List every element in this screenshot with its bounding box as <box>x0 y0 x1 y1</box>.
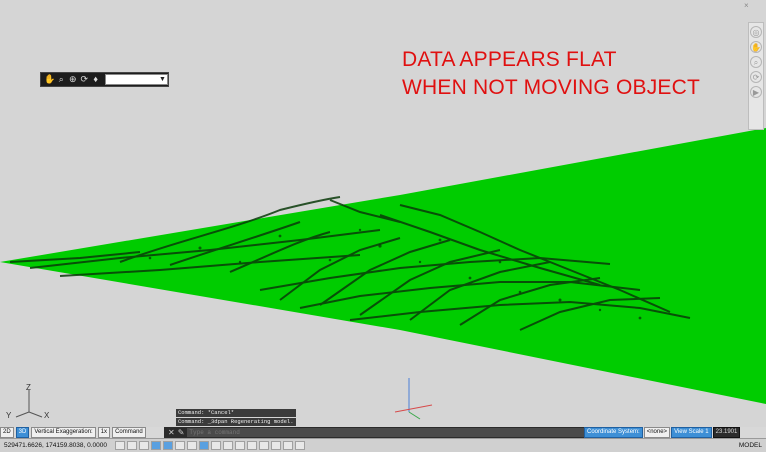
status-toggles <box>115 441 306 450</box>
dyn-icon[interactable] <box>199 441 210 450</box>
lwt-icon[interactable] <box>211 441 222 450</box>
chevron-down-icon: ▼ <box>159 76 166 83</box>
ortho-icon[interactable] <box>139 441 150 450</box>
walk-icon[interactable]: ♦ <box>90 74 100 85</box>
model-space-label[interactable]: MODEL <box>739 442 766 449</box>
zoom-icon[interactable]: ⌕ <box>750 56 762 68</box>
am-icon[interactable] <box>259 441 270 450</box>
right-status-strip: Coordinate System: <none> View Scale 1 2… <box>584 427 766 438</box>
command-history-line: Command: _3dpan Regenerating model. <box>176 418 296 426</box>
ribbon-strip: 2D 3D Vertical Exaggeration: 1x Command <box>0 427 164 438</box>
navigation-bar: ◎ ✋ ⌕ ⟳ ▶ <box>748 22 764 130</box>
ucs-z-label: Z <box>26 384 31 392</box>
qp-icon[interactable] <box>235 441 246 450</box>
zoom-icon[interactable]: ⌕ <box>56 74 66 85</box>
command-history-line: Command: *Cancel* <box>176 409 296 417</box>
orbit-icon[interactable]: ⟳ <box>750 71 762 83</box>
steering-wheel-icon[interactable]: ◎ <box>750 26 762 38</box>
coordinate-system-label: Coordinate System: <box>584 427 643 438</box>
view-select[interactable]: ▼ <box>104 74 168 85</box>
pan-icon[interactable]: ✋ <box>44 74 55 85</box>
pan-icon[interactable]: ✋ <box>750 41 762 53</box>
ucs-y-label: Y <box>6 411 12 420</box>
showmotion-icon[interactable]: ▶ <box>750 86 762 98</box>
ucs-x-label: X <box>44 411 50 420</box>
osnap-icon[interactable] <box>163 441 174 450</box>
annotation-line-1: DATA APPEARS FLAT <box>402 48 617 71</box>
view-2d-button[interactable]: 2D <box>0 427 14 438</box>
tpy-icon[interactable] <box>223 441 234 450</box>
orbit-icon[interactable]: ⟳ <box>79 74 89 85</box>
vertical-exaggeration-select[interactable]: 1x <box>97 427 111 438</box>
command-line: ✕ ✎ <box>164 427 584 438</box>
otrack-icon[interactable] <box>175 441 186 450</box>
command-history: Command: *Cancel* Command: _3dpan Regene… <box>176 409 296 427</box>
vertical-exaggeration-label: Vertical Exaggeration: <box>31 427 96 438</box>
grid-icon[interactable] <box>127 441 138 450</box>
annotation-line-2: WHEN NOT MOVING OBJECT <box>402 76 701 99</box>
ucs-icon: Z Y X <box>6 384 50 420</box>
view-scale-label: View Scale 1 <box>671 427 712 438</box>
layout-icon[interactable] <box>283 441 294 450</box>
annotation-icon[interactable] <box>295 441 306 450</box>
snap-icon[interactable] <box>115 441 126 450</box>
sc-icon[interactable] <box>247 441 258 450</box>
annotation-text: DATA APPEARS FLAT WHEN NOT MOVING OBJECT <box>402 46 700 102</box>
status-bar: 529471.6626, 174159.8038, 0.0000 MODEL <box>0 438 766 452</box>
command-tab[interactable]: Command <box>112 427 146 438</box>
ducs-icon[interactable] <box>187 441 198 450</box>
coordinate-system-select[interactable]: <none> <box>643 427 671 438</box>
cursor-crosshair <box>394 378 433 420</box>
view-scale-value[interactable]: 23.1901 <box>712 427 741 438</box>
zoom-window-icon[interactable]: ⊕ <box>67 74 77 85</box>
drawing-viewport[interactable]: DATA APPEARS FLAT WHEN NOT MOVING OBJECT… <box>0 0 766 427</box>
view-3d-button[interactable]: 3D <box>15 427 30 438</box>
close-icon[interactable]: ✕ <box>168 428 175 437</box>
navbar-close-icon[interactable]: × <box>744 2 752 10</box>
customize-icon[interactable]: ✎ <box>178 428 185 437</box>
cursor-coordinates: 529471.6626, 174159.8038, 0.0000 <box>4 442 108 449</box>
command-input[interactable] <box>187 428 584 437</box>
navigation-toolbar: ✋ ⌕ ⊕ ⟳ ♦ ▼ <box>40 72 169 87</box>
model-icon[interactable] <box>271 441 282 450</box>
polar-icon[interactable] <box>151 441 162 450</box>
terrain-surface-polygon <box>0 128 766 404</box>
